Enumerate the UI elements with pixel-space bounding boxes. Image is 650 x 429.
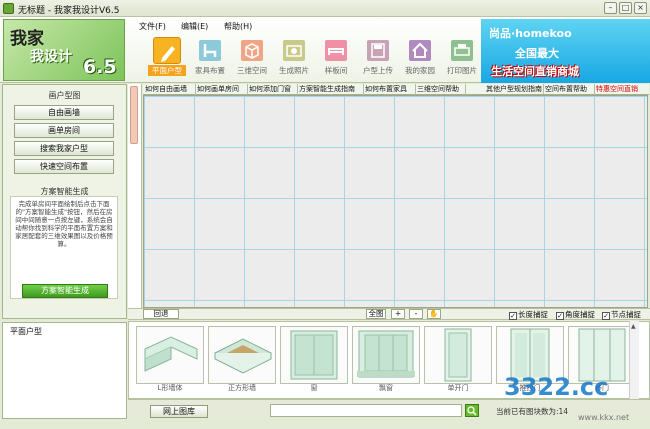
- camera-icon: [280, 37, 308, 64]
- zoom-out-button[interactable]: -: [409, 309, 423, 319]
- tool-generate-photo[interactable]: 生成照片: [275, 37, 313, 76]
- tab-special-offer[interactable]: 特惠空间直销: [595, 84, 649, 95]
- logo-text: 我设计: [30, 49, 72, 65]
- tab-3d-help[interactable]: 三维空间帮助: [416, 84, 466, 95]
- tool-label: 户型上传: [363, 66, 393, 75]
- library-item-label: 飘窗: [379, 384, 393, 392]
- zoom-in-button[interactable]: +: [391, 309, 405, 319]
- ad-headline: 全国最大: [515, 47, 559, 60]
- library-item-window[interactable]: [280, 326, 348, 384]
- smart-generate-button[interactable]: 方案智能生成: [22, 284, 108, 298]
- search-go-button[interactable]: [465, 404, 479, 417]
- library-item-bay-window[interactable]: [352, 326, 420, 384]
- status-text: 当前已有图块数为:14: [496, 407, 569, 416]
- free-wall-button[interactable]: 自由画墙: [14, 105, 114, 120]
- pencil-icon: [153, 37, 181, 64]
- tab-space-layout-help[interactable]: 空间布置帮助: [544, 84, 595, 95]
- tab-doors-windows-help[interactable]: 如何添加门窗: [248, 84, 298, 95]
- pan-button[interactable]: ✋: [427, 309, 441, 319]
- quick-layout-button[interactable]: 快速空间布置: [14, 159, 114, 174]
- watermark-url: www.kkx.net: [578, 413, 630, 422]
- library-item-l-wall[interactable]: [136, 326, 204, 384]
- drawing-canvas[interactable]: [143, 95, 648, 308]
- window-title: 无标题 - 我家我设计V6.5: [18, 6, 120, 16]
- section-title: 画户型图: [48, 91, 81, 100]
- library-item-label: 窗: [310, 384, 318, 392]
- logo-version: 6.5: [83, 56, 117, 78]
- tool-floorplan[interactable]: 平面户型: [148, 37, 186, 76]
- tool-my-home[interactable]: 我的家园: [401, 37, 439, 76]
- tab-smart-guide[interactable]: 方案智能生成指南: [298, 84, 364, 95]
- angle-snap-checkbox[interactable]: ✓ 角度捕捉: [556, 309, 595, 320]
- ad-brand: 尚品·homekoo: [489, 27, 572, 40]
- library-search-input[interactable]: [270, 404, 462, 417]
- menu-edit[interactable]: 编辑(E): [181, 21, 208, 32]
- zoom-out-icon: -: [414, 309, 418, 318]
- library-item-label: 正方形墙: [228, 384, 256, 392]
- tool-label: 三维空间: [237, 66, 267, 75]
- tool-sample-room[interactable]: 样板间: [317, 37, 355, 76]
- chair-icon: [196, 37, 224, 64]
- tab-furniture-help[interactable]: 如何布置家具: [364, 84, 416, 95]
- scroll-up-icon[interactable]: ▲: [631, 323, 638, 330]
- hand-icon: ✋: [429, 309, 439, 318]
- node-snap-checkbox[interactable]: ✓ 节点捕捉: [602, 309, 641, 320]
- library-item-square-wall[interactable]: [208, 326, 276, 384]
- checkbox-label: 长度捕捉: [518, 310, 548, 319]
- library-item-label: 单开门: [447, 384, 469, 392]
- tab-single-room-help[interactable]: 如何画单房间: [196, 84, 248, 95]
- watermark: 3322.cc: [504, 373, 609, 401]
- checkbox-icon: ✓: [509, 312, 517, 320]
- fit-all-button[interactable]: 全图: [366, 309, 386, 319]
- tool-label: 打印图片: [447, 66, 477, 75]
- library-scrollbar[interactable]: [629, 321, 639, 399]
- printer-icon: [448, 37, 476, 64]
- checkbox-icon: ✓: [556, 312, 564, 320]
- ad-banner[interactable]: 尚品·homekoo 全国最大 生活空间直销商城: [481, 19, 650, 83]
- tab-other-guide[interactable]: 其他户型规划指南: [466, 84, 544, 95]
- library-item-label: L形墙体: [157, 384, 183, 392]
- close-button[interactable]: ×: [634, 2, 647, 14]
- app-logo: 我家 我设计 6.5: [3, 19, 125, 81]
- online-library-button[interactable]: 网上图库: [150, 405, 208, 418]
- sofa-icon: [322, 37, 350, 64]
- tool-3d-space[interactable]: 三维空间: [233, 37, 271, 76]
- single-room-button[interactable]: 画单房间: [14, 123, 114, 138]
- zoom-in-icon: +: [394, 309, 402, 318]
- search-icon: [467, 406, 477, 416]
- checkbox-label: 节点捕捉: [611, 310, 641, 319]
- minimize-button[interactable]: –: [604, 2, 617, 14]
- house-icon: [406, 37, 434, 64]
- search-plan-button[interactable]: 搜索我家户型: [14, 141, 114, 156]
- app-icon: [3, 3, 14, 14]
- tool-furniture[interactable]: 家具布置: [191, 37, 229, 76]
- library-item-single-door[interactable]: [424, 326, 492, 384]
- box-icon: [238, 37, 266, 64]
- checkbox-icon: ✓: [602, 312, 610, 320]
- tab-free-wall-help[interactable]: 如何自由画墙: [144, 84, 196, 95]
- ad-slogan: 生活空间直销商城: [491, 65, 579, 78]
- tool-label: 我的家园: [405, 66, 435, 75]
- scroll-thumb[interactable]: [130, 86, 138, 144]
- checkbox-label: 角度捕捉: [565, 310, 595, 319]
- undo-button[interactable]: 回退: [143, 309, 179, 319]
- menu-help[interactable]: 帮助(H): [224, 21, 252, 32]
- tool-label: 样板间: [324, 66, 348, 75]
- tree-item[interactable]: 平面户型: [10, 326, 42, 337]
- smart-description: 完成单房间平面绘制后点击下面的"方案智能生成"按钮，然后在房间中间随意一点按左键…: [15, 200, 113, 248]
- tool-upload-plan[interactable]: 户型上传: [359, 37, 397, 76]
- floppy-icon: [364, 37, 392, 64]
- tool-label: 平面户型: [148, 65, 186, 76]
- length-snap-checkbox[interactable]: ✓ 长度捕捉: [509, 309, 548, 320]
- maximize-button[interactable]: □: [619, 2, 632, 14]
- tool-label: 家具布置: [195, 66, 225, 75]
- tool-print-image[interactable]: 打印图片: [443, 37, 481, 76]
- tool-label: 生成照片: [279, 66, 309, 75]
- menu-file[interactable]: 文件(F): [139, 21, 166, 32]
